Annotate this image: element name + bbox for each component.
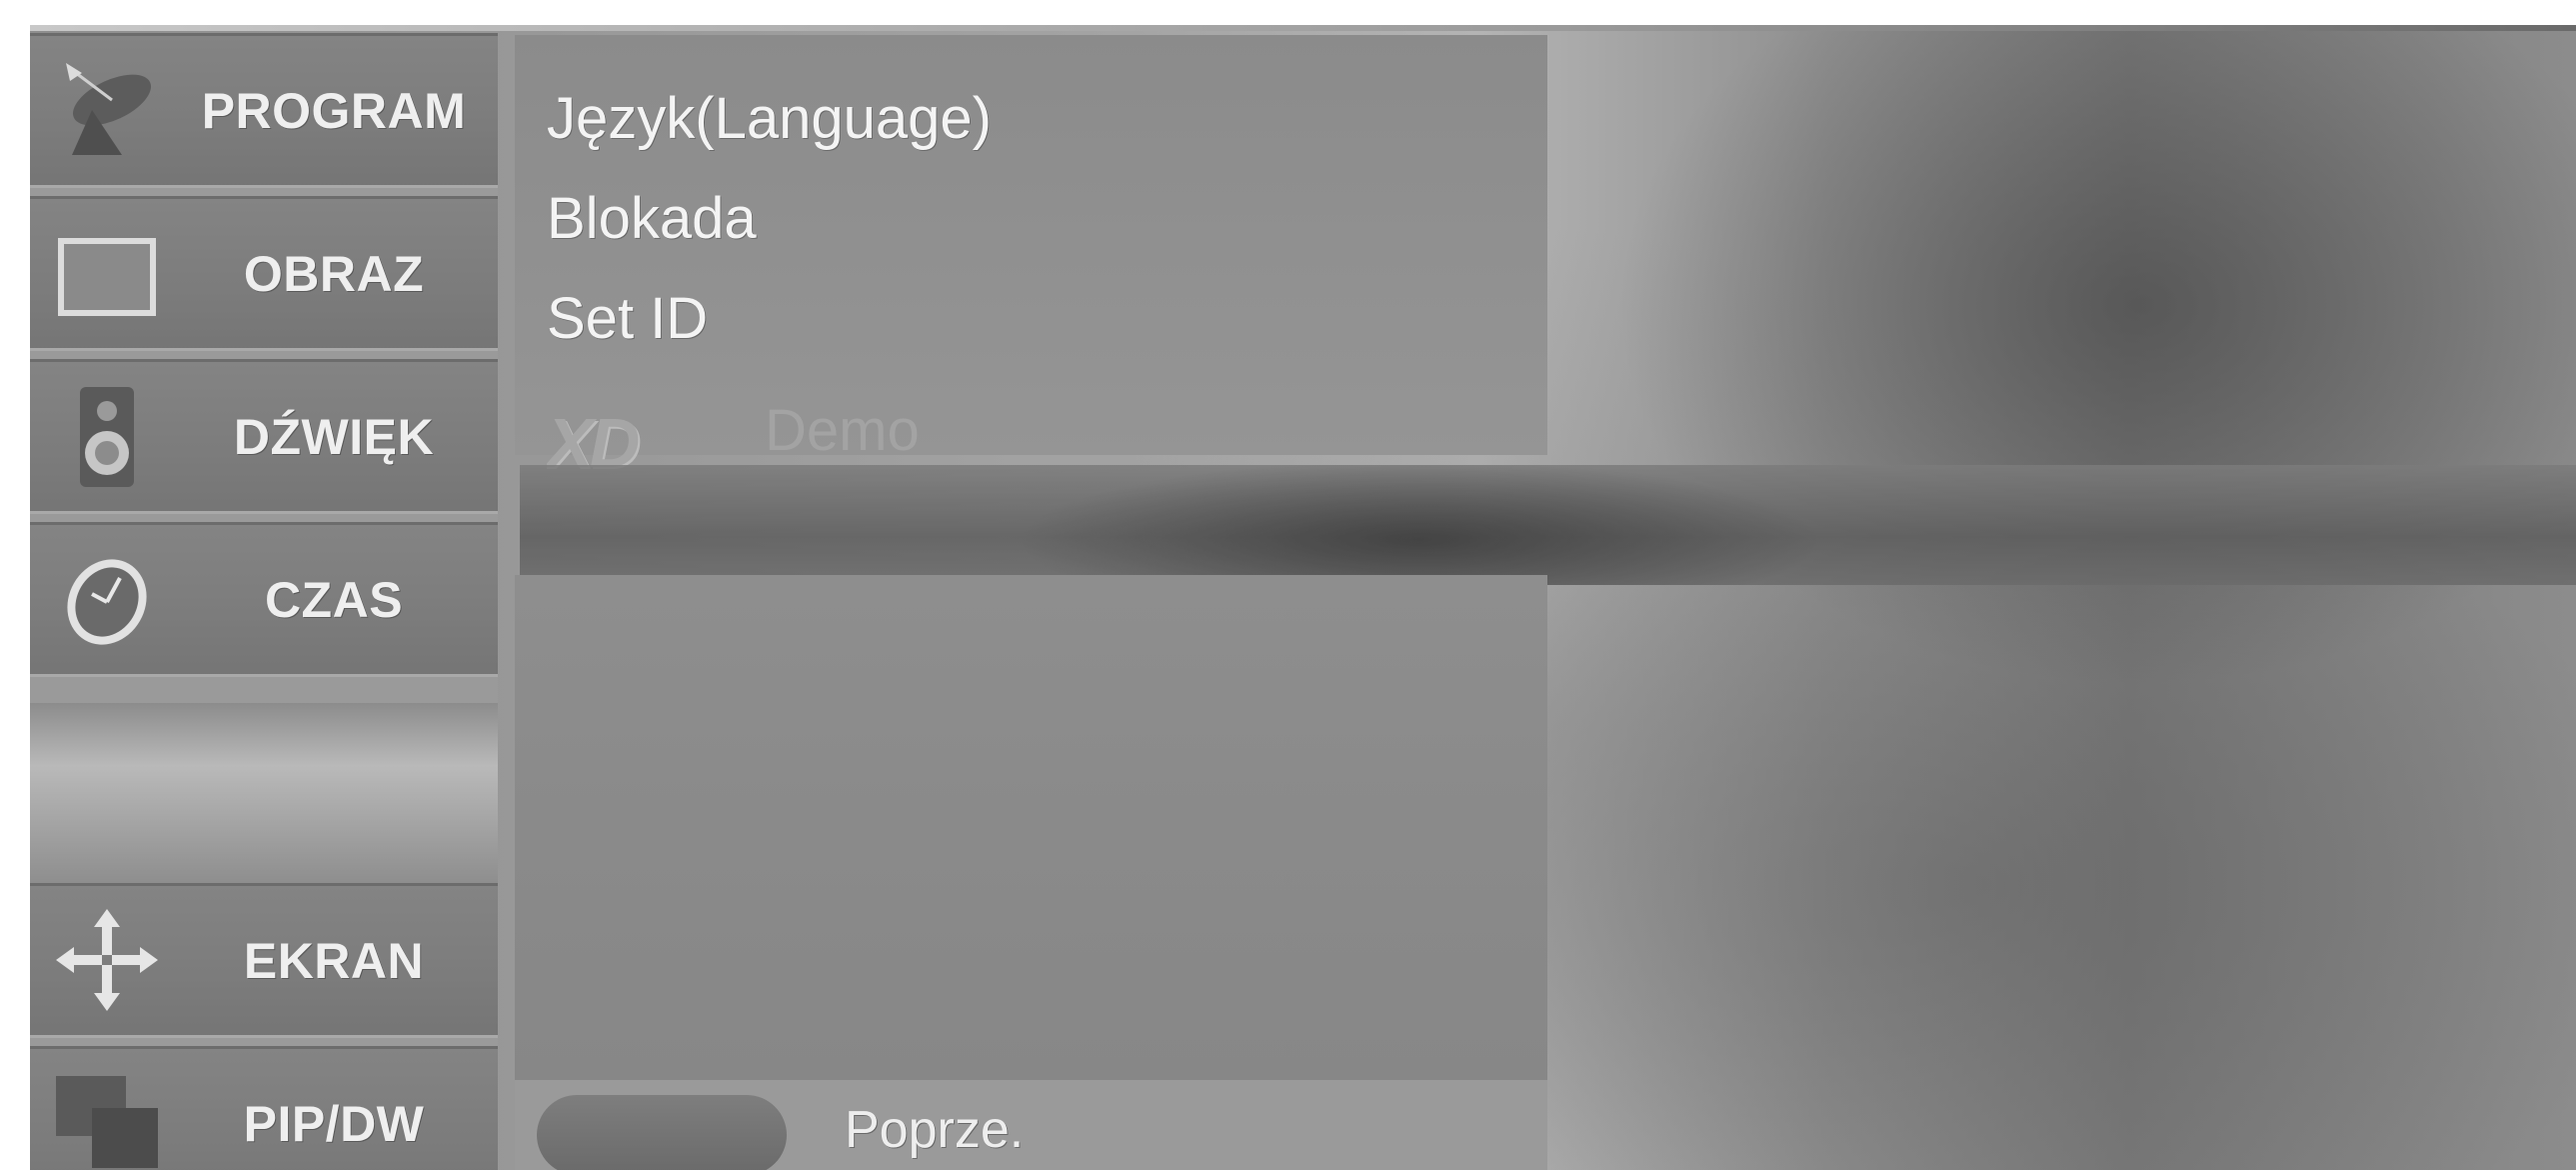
sidebar-item-pipdw[interactable]: PIP/DW <box>30 1046 498 1170</box>
sidebar-spacer <box>30 703 498 883</box>
menu-item-lock[interactable]: Blokada <box>547 185 757 252</box>
clock-icon <box>52 544 162 654</box>
speaker-icon <box>52 381 162 491</box>
sidebar-item-label: PIP/DW <box>243 1095 425 1152</box>
sidebar-item-obraz[interactable]: OBRAZ <box>30 196 498 351</box>
picture-in-picture-icon <box>52 1068 162 1170</box>
sidebar-item-program[interactable]: PROGRAM <box>30 33 498 188</box>
sidebar-item-label: PROGRAM <box>201 82 467 139</box>
menu-item-xd-demo[interactable]: XD Demo <box>547 385 1247 475</box>
footer-bar: Poprze. <box>515 1080 1547 1170</box>
tv-screen: PROGRAM OBRAZ DŹWIĘK CZAS EKRAN PIP/DW J… <box>30 25 2576 1170</box>
xd-demo-label: Demo <box>765 398 920 463</box>
back-label: Poprze. <box>845 1101 1025 1159</box>
sidebar-item-czas[interactable]: CZAS <box>30 522 498 677</box>
options-menu: Język(Language) Blokada Set ID XD Demo <box>515 35 1547 475</box>
sidebar-item-label: OBRAZ <box>243 245 425 302</box>
move-arrows-icon <box>52 905 162 1015</box>
sidebar-item-dzwiek[interactable]: DŹWIĘK <box>30 359 498 514</box>
sidebar-item-label: EKRAN <box>243 932 425 989</box>
sidebar-item-label: DŹWIĘK <box>233 408 435 465</box>
submenu-panel <box>515 575 1547 1080</box>
back-button[interactable] <box>537 1095 787 1170</box>
sidebar-item-label: CZAS <box>264 571 404 628</box>
satellite-dish-icon <box>52 55 162 165</box>
menu-item-set-id[interactable]: Set ID <box>547 285 708 352</box>
menu-item-language[interactable]: Język(Language) <box>547 85 992 152</box>
tv-screen-icon <box>52 218 162 328</box>
sidebar-item-ekran[interactable]: EKRAN <box>30 883 498 1038</box>
top-strip <box>30 25 2576 31</box>
sidebar: PROGRAM OBRAZ DŹWIĘK CZAS EKRAN PIP/DW <box>30 33 498 1170</box>
shadow-band <box>520 465 2576 585</box>
